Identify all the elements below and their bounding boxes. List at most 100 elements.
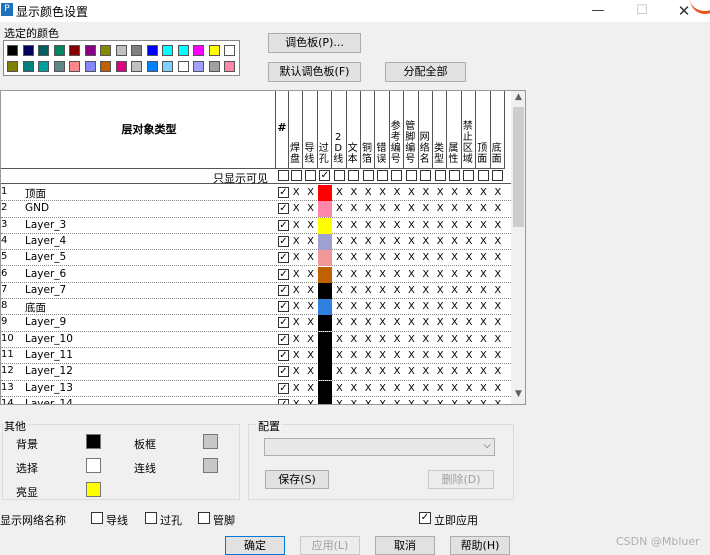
visible-only-checkbox[interactable]	[362, 170, 374, 181]
background-color-swatch[interactable]	[86, 434, 101, 449]
layer-visible-checkbox[interactable]: ✓	[278, 333, 289, 345]
layer-object-cell[interactable]: X	[476, 185, 490, 201]
layer-object-cell[interactable]: X	[289, 299, 303, 315]
help-button[interactable]: 帮助(H)	[450, 536, 510, 555]
layer-object-cell[interactable]: X	[462, 267, 476, 283]
scroll-down-icon[interactable]: ▼	[511, 389, 525, 403]
layer-object-cell[interactable]: X	[375, 201, 389, 217]
layer-object-cell[interactable]: X	[476, 381, 490, 397]
layer-object-cell[interactable]: X	[491, 332, 505, 348]
layer-object-cell[interactable]: X	[289, 185, 303, 201]
layer-object-cell[interactable]: X	[375, 315, 389, 331]
layer-object-cell[interactable]: X	[361, 218, 375, 234]
layer-object-cell[interactable]: X	[303, 315, 317, 331]
layer-object-cell[interactable]: X	[462, 201, 476, 217]
visible-only-checkbox[interactable]	[448, 170, 460, 181]
connection-color-swatch[interactable]	[203, 458, 218, 473]
apply-now-checkbox[interactable]: ✓	[419, 512, 431, 524]
palette-swatch[interactable]	[224, 45, 235, 56]
layer-object-cell[interactable]: X	[491, 267, 505, 283]
pins-checkbox[interactable]	[198, 512, 210, 524]
layer-color-grid[interactable]: 层对象类型 # 焊盘 导线 过孔 2D线 文本 铜箔 错误 参考编号 管脚编号 网络名 类型 属性 禁止…	[0, 90, 526, 405]
layer-object-cell[interactable]: X	[462, 185, 476, 201]
layer-object-cell[interactable]: X	[332, 267, 346, 283]
layer-object-cell[interactable]: X	[462, 397, 476, 404]
layer-object-cell[interactable]: X	[289, 234, 303, 250]
layer-object-cell[interactable]: X	[404, 315, 418, 331]
palette-swatch[interactable]	[53, 61, 65, 72]
layer-object-cell[interactable]: X	[462, 332, 476, 348]
layer-object-cell[interactable]: X	[289, 364, 303, 380]
layer-color-cell[interactable]	[318, 217, 333, 234]
layer-row[interactable]: 3 Layer_3 ✓ X X X X X X X X X X X X X X	[1, 217, 511, 234]
layer-visible-checkbox[interactable]: ✓	[278, 219, 289, 231]
layer-object-cell[interactable]: X	[404, 201, 418, 217]
layer-object-cell[interactable]: X	[375, 397, 389, 404]
layer-row[interactable]: 12 Layer_12 ✓ X X X X X X X X X X X X X X	[1, 364, 511, 381]
layer-object-cell[interactable]: X	[404, 397, 418, 404]
layer-object-cell[interactable]: X	[347, 267, 361, 283]
layer-object-cell[interactable]: X	[476, 234, 490, 250]
layer-object-cell[interactable]: X	[476, 315, 490, 331]
layer-object-cell[interactable]: X	[347, 397, 361, 404]
layer-object-cell[interactable]: X	[332, 283, 346, 299]
layer-object-cell[interactable]: X	[447, 348, 461, 364]
palette-swatch[interactable]	[100, 45, 111, 56]
layer-object-cell[interactable]: X	[289, 250, 303, 266]
layer-object-cell[interactable]: X	[447, 381, 461, 397]
visible-only-checkbox[interactable]	[304, 170, 316, 181]
default-palette-button[interactable]: 默认调色板(F)	[268, 62, 361, 82]
layer-object-cell[interactable]: X	[390, 283, 404, 299]
layer-object-cell[interactable]: X	[476, 299, 490, 315]
select-color-swatch[interactable]	[86, 458, 101, 473]
layer-object-cell[interactable]: X	[491, 397, 505, 404]
layer-row[interactable]: 11 Layer_11 ✓ X X X X X X X X X X X X X X	[1, 348, 511, 365]
palette-swatch[interactable]	[131, 61, 142, 72]
palette-swatch[interactable]	[131, 45, 142, 56]
layer-object-cell[interactable]: X	[447, 283, 461, 299]
layer-object-cell[interactable]: X	[361, 283, 375, 299]
layer-color-cell[interactable]	[318, 348, 333, 364]
layer-object-cell[interactable]: X	[375, 185, 389, 201]
maximize-button[interactable]: ☐	[628, 1, 656, 21]
layer-color-cell[interactable]	[318, 201, 333, 218]
layer-object-cell[interactable]: X	[491, 185, 505, 201]
layer-object-cell[interactable]: X	[332, 299, 346, 315]
layer-object-cell[interactable]: X	[390, 332, 404, 348]
layer-visible-checkbox[interactable]: ✓	[278, 235, 289, 247]
layer-object-cell[interactable]: X	[404, 185, 418, 201]
layer-object-cell[interactable]: X	[491, 364, 505, 380]
visible-only-checkbox[interactable]	[333, 170, 345, 181]
layer-visible-checkbox[interactable]: ✓	[278, 366, 289, 378]
layer-object-cell[interactable]: X	[390, 315, 404, 331]
layer-object-cell[interactable]: X	[361, 381, 375, 397]
layer-row[interactable]: 1 顶面 ✓ X X X X X X X X X X X X X X	[1, 185, 511, 202]
layer-object-cell[interactable]: X	[375, 234, 389, 250]
layer-object-cell[interactable]: X	[404, 234, 418, 250]
layer-object-cell[interactable]: X	[462, 315, 476, 331]
layer-visible-checkbox[interactable]: ✓	[278, 268, 289, 280]
visible-only-checkbox[interactable]	[376, 170, 388, 181]
layer-color-cell[interactable]	[318, 282, 333, 299]
layer-object-cell[interactable]: X	[347, 250, 361, 266]
layer-object-cell[interactable]: X	[404, 250, 418, 266]
layer-object-cell[interactable]: X	[433, 348, 447, 364]
layer-color-cell[interactable]	[318, 299, 333, 316]
cancel-button[interactable]: 取消	[375, 536, 435, 555]
layer-object-cell[interactable]: X	[447, 397, 461, 404]
layer-color-cell[interactable]	[318, 315, 333, 332]
layer-object-cell[interactable]: X	[375, 283, 389, 299]
layer-object-cell[interactable]: X	[289, 315, 303, 331]
layer-object-cell[interactable]: X	[303, 348, 317, 364]
layer-object-cell[interactable]: X	[404, 283, 418, 299]
palette-swatch[interactable]	[224, 61, 235, 72]
layer-visible-checkbox[interactable]: ✓	[278, 203, 289, 215]
layer-object-cell[interactable]: X	[419, 201, 433, 217]
layer-object-cell[interactable]: X	[332, 218, 346, 234]
layer-object-cell[interactable]: X	[476, 364, 490, 380]
layer-object-cell[interactable]: X	[375, 267, 389, 283]
layer-object-cell[interactable]: X	[462, 250, 476, 266]
layer-object-cell[interactable]: X	[419, 381, 433, 397]
layer-object-cell[interactable]: X	[433, 234, 447, 250]
layer-row[interactable]: 14 Layer_14 ✓ X X X X X X X X X X X X X X	[1, 396, 511, 404]
